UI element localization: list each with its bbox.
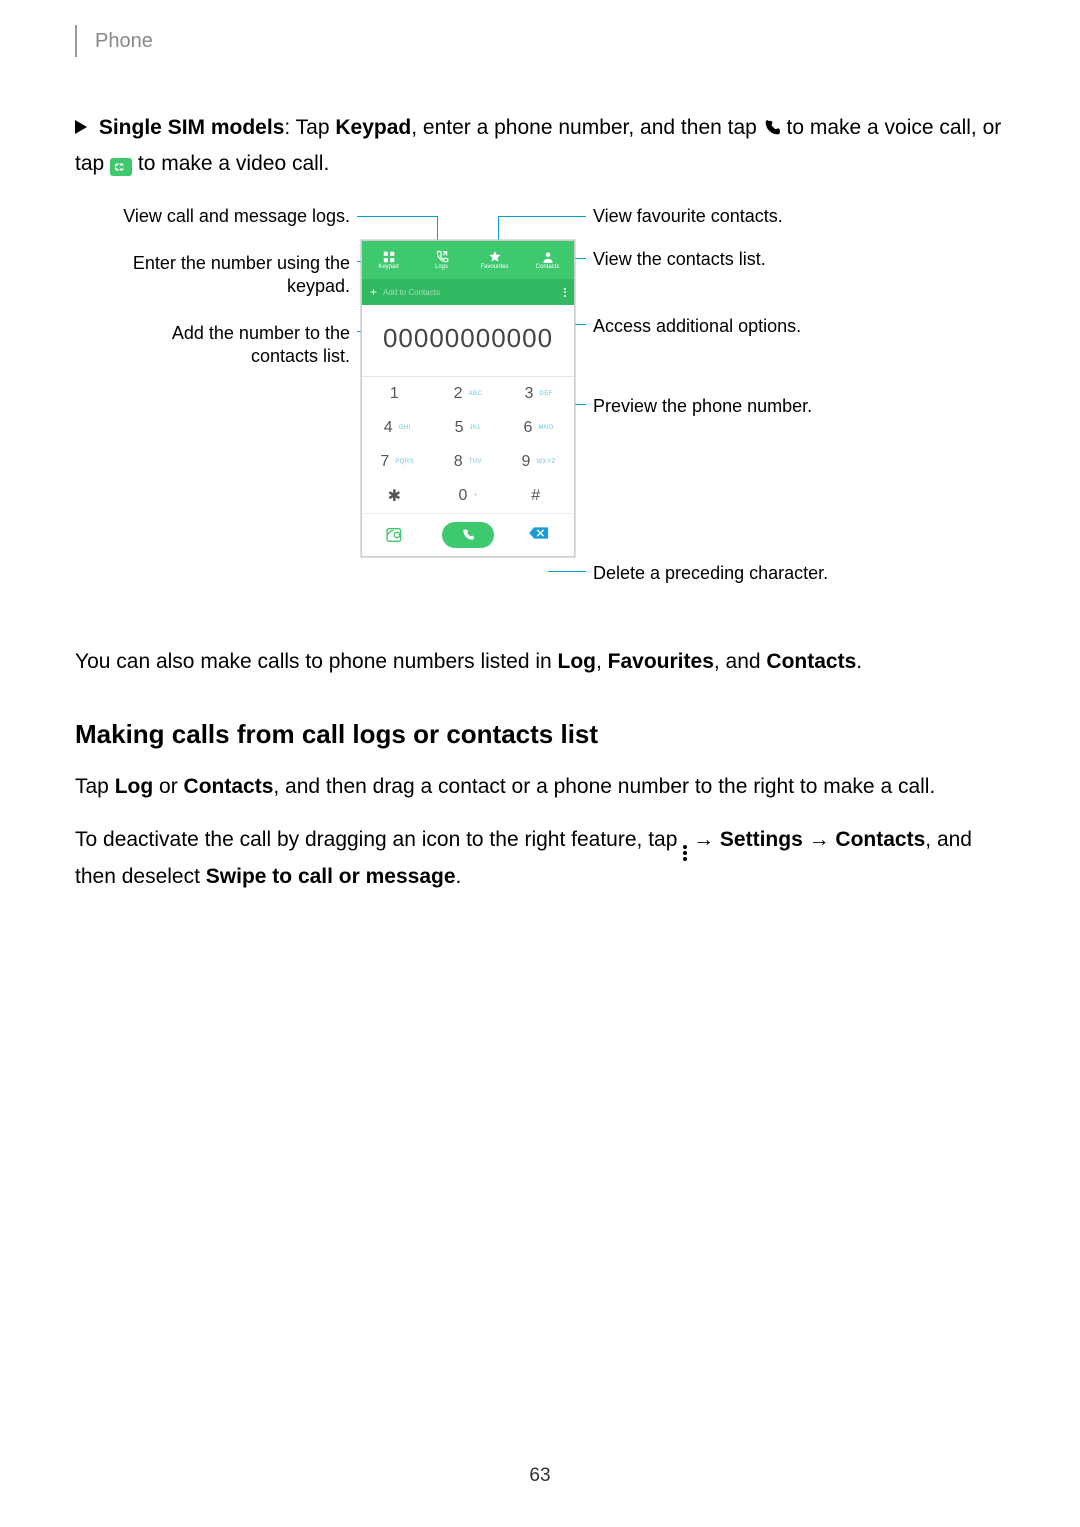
leader-line <box>498 216 586 217</box>
action-row <box>362 513 574 556</box>
tab-logs[interactable]: Logs <box>415 241 468 279</box>
phone-tabs: Keypad Logs Favourites Contacts <box>362 241 574 279</box>
phone-handset-icon <box>763 115 781 148</box>
page-header: Phone <box>75 30 1005 57</box>
callout-preview-number: Preview the phone number. <box>593 395 843 418</box>
header-accent-bar <box>75 25 77 57</box>
plus-icon: + <box>370 285 377 299</box>
key-5[interactable]: 5JKL <box>433 411 504 445</box>
key-3[interactable]: 3DEF <box>503 377 574 411</box>
leader-line <box>357 216 437 217</box>
body-paragraph-3: Tap Log or Contacts, and then drag a con… <box>75 771 1005 804</box>
video-call-icon <box>110 158 132 176</box>
key-4[interactable]: 4GHI <box>362 411 433 445</box>
key-6[interactable]: 6MNO <box>503 411 574 445</box>
callout-add-contact: Add the number to the contacts list. <box>100 322 350 369</box>
header-title: Phone <box>95 30 153 53</box>
key-0[interactable]: 0+ <box>433 479 504 513</box>
add-to-contacts-bar[interactable]: + Add to Contacts <box>362 279 574 305</box>
body-paragraph-2: You can also make calls to phone numbers… <box>75 646 1005 679</box>
key-7[interactable]: 7PQRS <box>362 445 433 479</box>
phone-diagram: View call and message logs. Enter the nu… <box>75 205 1005 625</box>
more-options-icon[interactable] <box>564 288 566 297</box>
phone-screenshot: Keypad Logs Favourites Contacts + Add to… <box>361 240 575 557</box>
callout-delete-char: Delete a preceding character. <box>593 562 843 585</box>
leader-line <box>548 571 586 572</box>
body-paragraph-4: To deactivate the call by dragging an ic… <box>75 824 1005 894</box>
callout-favourites: View favourite contacts. <box>593 205 843 228</box>
tab-keypad[interactable]: Keypad <box>362 241 415 279</box>
callout-more-options: Access additional options. <box>593 315 843 338</box>
key-hash[interactable]: # <box>503 479 574 513</box>
add-to-contacts-label: Add to Contacts <box>377 288 564 297</box>
intro-paragraph: Single SIM models: Tap Keypad, enter a p… <box>75 112 1005 180</box>
intro-bold-model: Single SIM models <box>99 116 285 139</box>
bullet-triangle-icon <box>75 120 87 134</box>
key-2[interactable]: 2ABC <box>433 377 504 411</box>
backspace-button[interactable] <box>528 526 550 545</box>
number-display: 00000000000 <box>362 305 574 377</box>
tab-favourites[interactable]: Favourites <box>468 241 521 279</box>
tab-contacts[interactable]: Contacts <box>521 241 574 279</box>
key-star[interactable]: ✱ <box>362 479 433 513</box>
key-9[interactable]: 9WXYZ <box>503 445 574 479</box>
key-1[interactable]: 1 <box>362 377 433 411</box>
callout-contacts-list: View the contacts list. <box>593 248 843 271</box>
page-number: 63 <box>0 1465 1080 1487</box>
key-8[interactable]: 8TUV <box>433 445 504 479</box>
section-title: Making calls from call logs or contacts … <box>75 719 1005 750</box>
callout-keypad: Enter the number using the keypad. <box>100 252 350 299</box>
keypad: 1 2ABC 3DEF 4GHI 5JKL 6MNO 7PQRS 8TUV 9W… <box>362 377 574 513</box>
intro-bold-keypad: Keypad <box>335 116 411 139</box>
video-call-button[interactable] <box>386 526 408 544</box>
call-button[interactable] <box>442 522 494 548</box>
callout-logs: View call and message logs. <box>100 205 350 228</box>
